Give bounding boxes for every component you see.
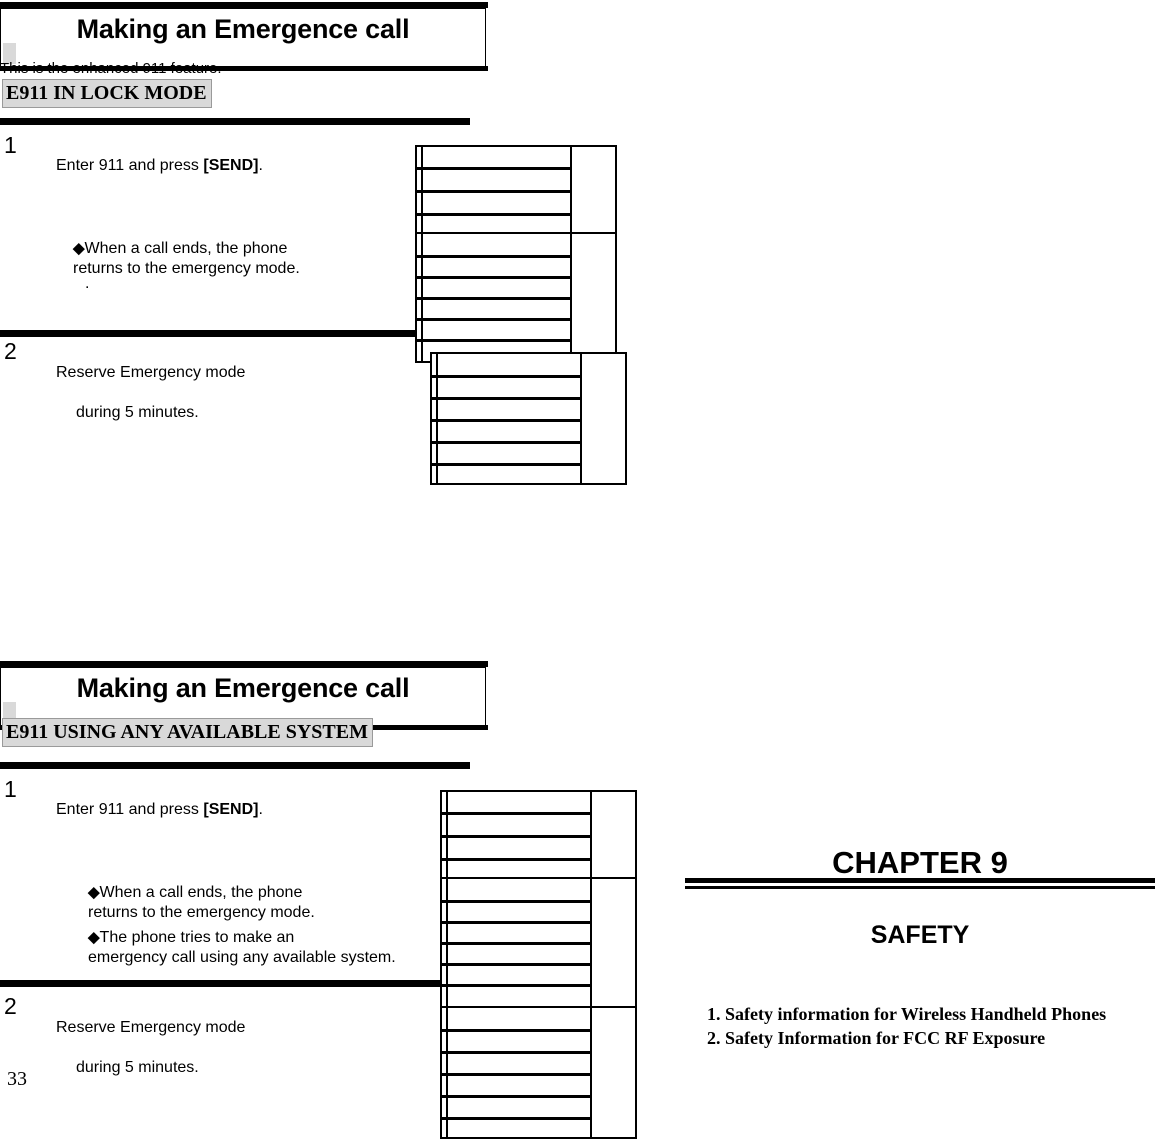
section1-screen-placeholder-3 — [430, 352, 627, 485]
table-row-line — [442, 835, 590, 838]
table-row-line — [442, 1029, 590, 1032]
section1-step2-top-rule — [0, 330, 420, 337]
table-column-divider — [590, 792, 592, 880]
table-row-line — [442, 1073, 590, 1076]
table-row-line — [417, 255, 570, 258]
table-row-line — [442, 900, 590, 903]
chapter-divider — [685, 878, 1155, 889]
table-row-line — [442, 921, 590, 924]
table-row-line — [417, 297, 570, 300]
table-column-divider — [570, 147, 572, 235]
section1-step1-number: 1 — [4, 132, 17, 158]
section2-step1-top-rule — [0, 762, 470, 769]
section1-step1-key: [SEND] — [203, 157, 259, 174]
section2-note2-line2: emergency call using any available syste… — [88, 949, 396, 966]
table-row-line — [432, 441, 580, 444]
section1-caption: This is the enhanced 911 feature. — [0, 60, 222, 77]
section1-note1-line1: When a call ends, the phone — [84, 240, 288, 257]
section1-subheading: E911 IN LOCK MODE — [2, 79, 212, 108]
section1-step2-line2: during 5 minutes. — [76, 404, 199, 421]
section2-note-1: ◆When a call ends, the phone returns to … — [88, 883, 315, 923]
section1-note1-line2: returns to the emergency mode. — [73, 260, 300, 277]
section1-title: Making an Emergence call — [76, 14, 410, 44]
section1-screen-placeholder-1 — [415, 145, 617, 237]
table-row-line — [417, 190, 570, 193]
table-row-line — [417, 276, 570, 279]
table-column-divider — [590, 1008, 592, 1137]
chapter-divider-line-2 — [685, 886, 1155, 889]
table-column-divider — [590, 879, 592, 1006]
section2-step1-lead: Enter 911 and press — [56, 801, 204, 818]
section2-title: Making an Emergence call — [76, 673, 410, 703]
section1-step1-top-rule — [0, 118, 470, 125]
section2-step1-tail: . — [258, 801, 263, 818]
chapter-title: CHAPTER 9 — [832, 845, 1008, 880]
diamond-question-icon: ◆ — [88, 929, 100, 946]
table-row-line — [432, 419, 580, 422]
page-number: 33 — [7, 1068, 27, 1090]
section1-screen-placeholder-2 — [415, 232, 617, 363]
section1-step2-number: 2 — [4, 338, 17, 364]
table-row-line — [442, 1051, 590, 1054]
table-row-line — [442, 1117, 590, 1120]
diamond-question-icon: ◆ — [73, 240, 85, 257]
table-row-line — [417, 339, 570, 342]
chapter-divider-line-1 — [685, 878, 1155, 883]
table-row-line — [432, 397, 580, 400]
table-column-divider — [580, 354, 582, 483]
section2-step2-text: Reserve Emergency mode during 5 minutes. — [56, 998, 245, 1078]
chapter-item-2: 2. Safety Information for FCC RF Exposur… — [707, 1028, 1046, 1048]
section1-step1-text: Enter 911 and press [SEND]. — [56, 136, 263, 176]
section2-screen-placeholder-1 — [440, 790, 637, 882]
section2-note-2: ◆The phone tries to make an emergency ca… — [88, 928, 396, 968]
chapter-item-1: 1. Safety information for Wireless Handh… — [707, 1004, 1107, 1024]
table-row-line — [432, 375, 580, 378]
chapter-subtitle: SAFETY — [870, 921, 970, 949]
section2-step2-line2: during 5 minutes. — [76, 1059, 199, 1076]
section1-step2-text: Reserve Emergency mode during 5 minutes. — [56, 343, 245, 423]
section2-step1-number: 1 — [4, 776, 17, 802]
table-row-line — [417, 167, 570, 170]
section2-note1-line2: returns to the emergency mode. — [88, 904, 315, 921]
table-row-line — [442, 1095, 590, 1098]
section1-stray-dot: . — [85, 275, 90, 292]
section2-step2-line1: Reserve Emergency mode — [56, 1019, 246, 1036]
table-row-line — [432, 463, 580, 466]
section1-note-1: ◆When a call ends, the phone returns to … — [73, 239, 300, 279]
table-column-divider — [570, 234, 572, 361]
section2-step2-number: 2 — [4, 993, 17, 1019]
section2-step1-key: [SEND] — [203, 801, 259, 818]
table-row-line — [442, 963, 590, 966]
section2-note2-line1: The phone tries to make an — [99, 929, 295, 946]
section2-subheading: E911 USING ANY AVAILABLE SYSTEM — [2, 718, 373, 747]
table-row-line — [442, 942, 590, 945]
table-row-line — [442, 858, 590, 861]
section1-step1-lead: Enter 911 and press — [56, 157, 204, 174]
table-row-line — [442, 812, 590, 815]
section2-step2-top-rule — [0, 980, 470, 987]
section2-screen-placeholder-3 — [440, 1006, 637, 1139]
table-row-line — [417, 213, 570, 216]
section1-step2-line1: Reserve Emergency mode — [56, 364, 246, 381]
section1-step1-tail: . — [258, 157, 263, 174]
section2-note1-line1: When a call ends, the phone — [99, 884, 303, 901]
section2-screen-placeholder-2 — [440, 877, 637, 1008]
section2-step1-text: Enter 911 and press [SEND]. — [56, 780, 263, 820]
table-row-line — [442, 984, 590, 987]
diamond-question-icon: ◆ — [88, 884, 100, 901]
table-row-line — [417, 318, 570, 321]
